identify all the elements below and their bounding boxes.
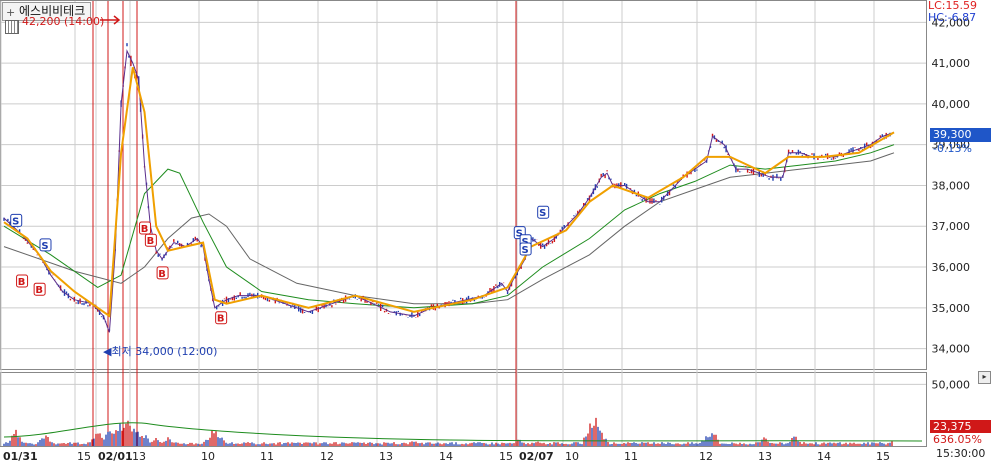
x-tick-label: 13 [379,450,393,463]
sell-marker-label: S [41,241,48,252]
y-tick-label: 34,000 [932,343,971,356]
current-price-tag: 39,300 [930,128,991,142]
calendar-icon[interactable] [5,20,19,34]
time-end-label: 15:30:00 [936,447,986,460]
high-annotation: 42,200 (14:00) [22,15,104,28]
price-chart: 01/31 15 02/01 13 10 11 12 13 14 15 02/07 10 11 12 13 1… [0,0,971,463]
sell-marker-label: S [539,208,546,219]
x-tick-label: 02/07 [519,450,554,463]
buy-marker-label: B [158,269,166,280]
x-tick-label: 15 [876,450,890,463]
buy-marker-label: B [217,314,225,325]
low-annotation-text: 최저 34,000 (12:00) [111,345,218,358]
x-tick-label: 14 [439,450,453,463]
x-tick-label: 02/01 [98,450,133,463]
x-tick-label: 12 [699,450,713,463]
volume-panel [0,372,927,447]
scroll-right-icon[interactable]: ▸ [978,371,991,384]
volume-percent: 636.05% [933,433,982,446]
x-tick-label: 11 [624,450,638,463]
y-tick-label: 38,000 [932,179,971,192]
buy-marker-label: B [35,285,43,296]
x-tick-label: 01/31 [3,450,38,463]
y-tick-label: 41,000 [932,57,971,70]
x-tick-label: 10 [201,450,215,463]
x-tick-label: 11 [260,450,274,463]
expand-icon[interactable]: + [6,4,15,21]
buy-marker-label: B [18,277,26,288]
change-percent: -0.13% [933,142,972,155]
high-annotation-text: 42,200 (14:00) [22,15,105,28]
y-tick-label: 40,000 [932,98,971,111]
hc-label: HC:-6.87 [928,11,977,24]
y-tick-label: 35,000 [932,302,971,315]
buy-marker-label: B [141,224,149,235]
sell-marker-label: S [522,245,529,256]
x-tick-label: 10 [565,450,579,463]
x-tick-label: 15 [77,450,91,463]
sell-marker-label: S [12,216,19,227]
buy-marker-label: B [147,236,155,247]
x-tick-label: 15 [499,450,513,463]
x-tick-label: 14 [817,450,831,463]
volume-tick-label: 50,000 [932,378,971,391]
y-tick-label: 37,000 [932,220,971,233]
x-tick-label: 13 [132,450,146,463]
x-tick-label: 12 [320,450,334,463]
volume-tag: 23,375 [930,420,991,433]
x-tick-label: 13 [758,450,772,463]
low-annotation: ◀최저 34,000 (12:00) [103,343,217,359]
y-tick-label: 36,000 [932,261,971,274]
